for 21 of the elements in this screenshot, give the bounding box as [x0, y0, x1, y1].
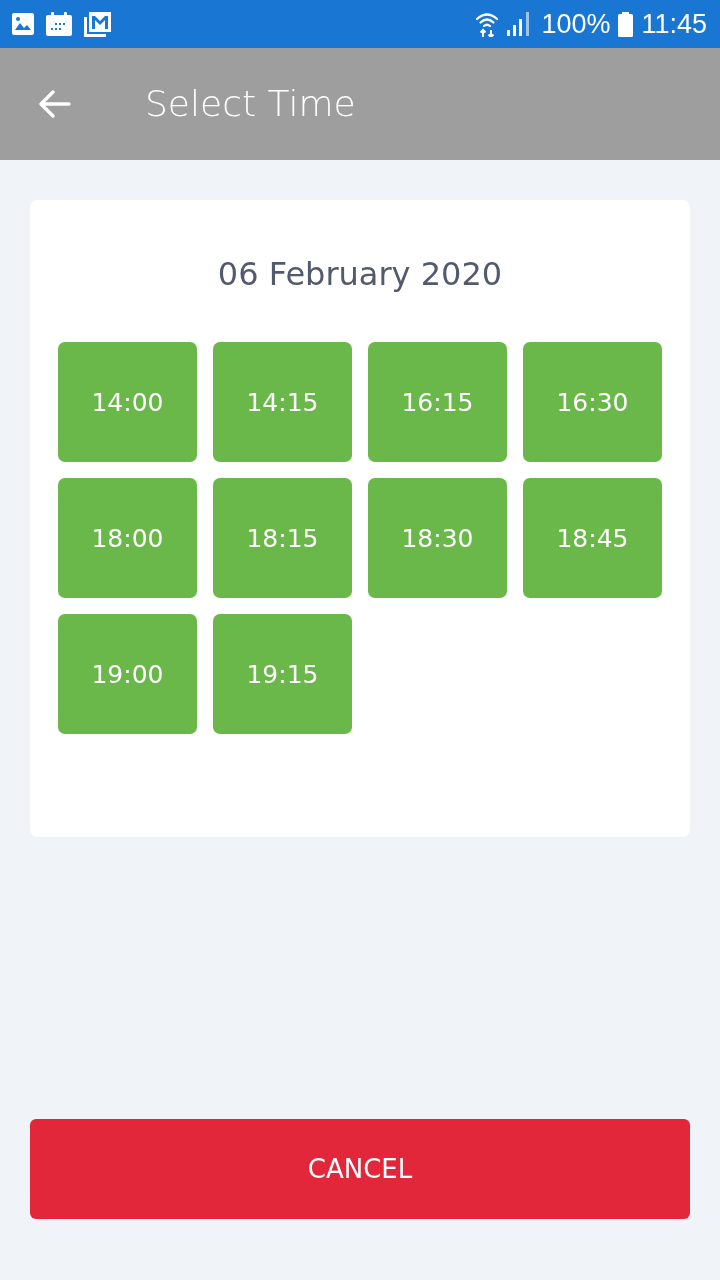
time-slot-button[interactable]: 19:00: [58, 614, 197, 734]
time-slot-button[interactable]: 16:30: [523, 342, 662, 462]
clock-time: 11:45: [641, 8, 707, 40]
screen-title: Select Time: [145, 82, 356, 126]
time-slot-button[interactable]: 14:00: [58, 342, 197, 462]
time-slot-button[interactable]: 16:15: [368, 342, 507, 462]
wifi-icon: [475, 11, 500, 37]
time-slot-button[interactable]: 18:15: [213, 478, 352, 598]
date-heading: 06 February 2020: [216, 254, 504, 294]
time-slot-button[interactable]: 18:45: [523, 478, 662, 598]
time-slot-button[interactable]: 14:15: [213, 342, 352, 462]
time-slot-button[interactable]: 18:30: [368, 478, 507, 598]
battery-icon: [618, 11, 634, 37]
battery-percent: 100%: [541, 8, 611, 40]
mail-icon: [84, 11, 111, 37]
time-slot-button[interactable]: 19:15: [213, 614, 352, 734]
cancel-button[interactable]: CANCEL: [30, 1119, 690, 1219]
image-icon: [12, 13, 34, 35]
calendar-icon: [46, 12, 72, 36]
back-arrow-icon[interactable]: [39, 90, 71, 118]
time-slot-button[interactable]: 18:00: [58, 478, 197, 598]
